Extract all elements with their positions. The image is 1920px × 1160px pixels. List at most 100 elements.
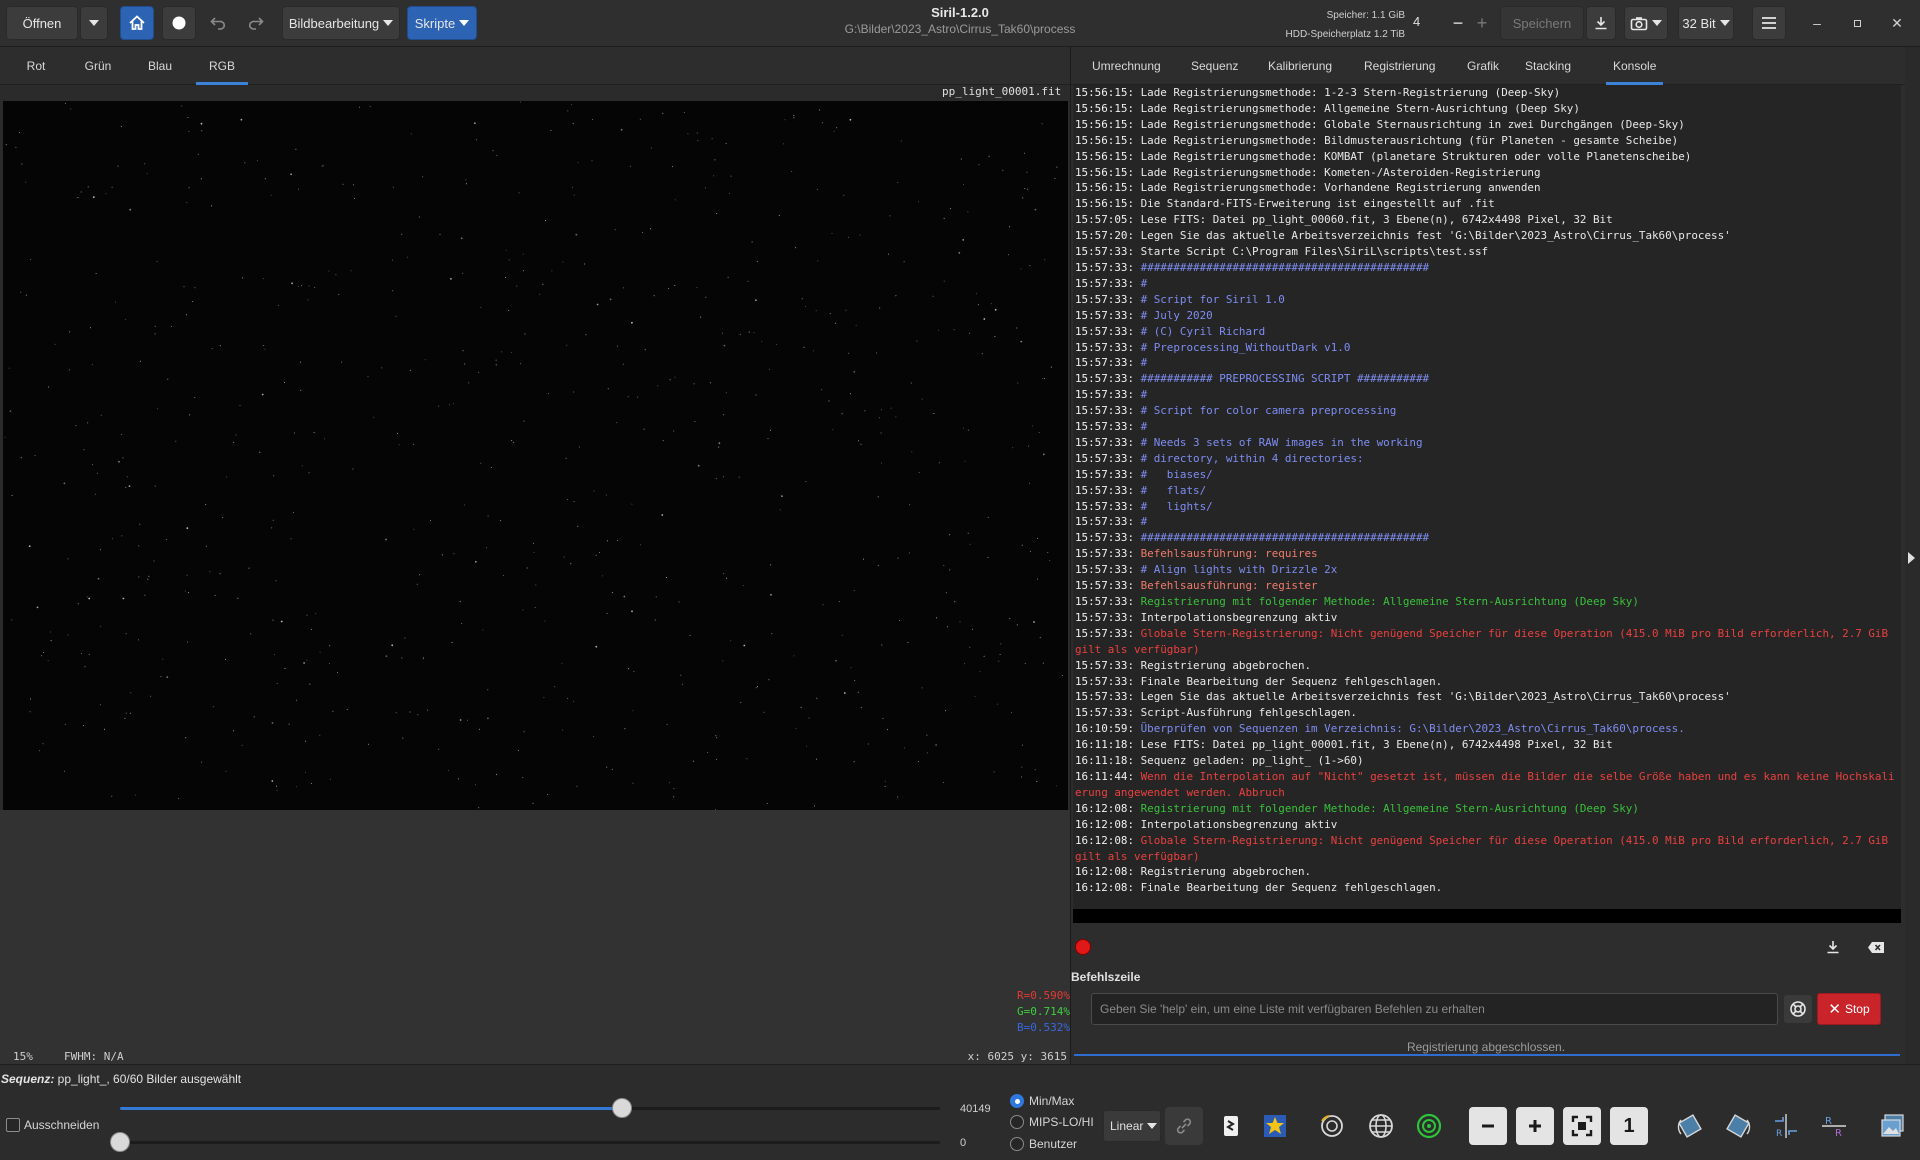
star <box>1023 152 1025 154</box>
star <box>144 594 146 596</box>
expand-panel-icon[interactable] <box>1908 552 1915 564</box>
console-timestamp: 15:56:15: <box>1075 101 1135 115</box>
high-slider-fill <box>120 1107 622 1110</box>
star <box>125 486 127 488</box>
record-icon[interactable] <box>1075 939 1091 955</box>
low-slider-track[interactable] <box>120 1141 940 1144</box>
console-message: Starte Script C:\Program Files\SiriL\scr… <box>1140 245 1489 259</box>
zoom-out-button[interactable] <box>1469 1107 1507 1145</box>
star <box>307 299 309 301</box>
link-channels-button[interactable] <box>1165 1107 1203 1145</box>
zoom-one-button[interactable]: 1 <box>1610 1107 1648 1145</box>
save-button[interactable]: Speichern <box>1500 6 1584 40</box>
negative-view-button[interactable] <box>1212 1107 1250 1145</box>
star <box>579 446 580 448</box>
tab-rgb[interactable]: RGB <box>196 47 248 85</box>
radio-user[interactable] <box>1010 1137 1024 1151</box>
star <box>342 183 344 185</box>
tab-plot[interactable]: Grafik <box>1467 47 1499 85</box>
star <box>338 294 340 295</box>
star <box>623 595 626 598</box>
console-line: 15:57:33: ##############################… <box>1075 530 1899 546</box>
star <box>64 723 66 725</box>
star <box>987 516 989 518</box>
radio-minmax[interactable] <box>1010 1094 1024 1108</box>
photometry-button[interactable] <box>1313 1107 1351 1145</box>
console-line: 15:57:33: # Align lights with Drizzle 2x <box>1075 562 1899 578</box>
star <box>9 410 12 412</box>
star <box>585 334 587 336</box>
mirror-x-button[interactable]: R <box>1767 1107 1805 1145</box>
tab-registration[interactable]: Registrierung <box>1364 47 1435 85</box>
save-as-button[interactable] <box>1586 6 1616 40</box>
threads-decrease-button[interactable]: − <box>1446 6 1470 40</box>
scripts-menu[interactable]: Skripte <box>407 6 477 40</box>
astrometry-button[interactable] <box>1362 1107 1400 1145</box>
recent-files-dropdown[interactable] <box>80 6 108 40</box>
star <box>259 451 261 453</box>
star <box>793 655 795 657</box>
tab-console[interactable]: Konsole <box>1606 47 1664 85</box>
tab-sequence[interactable]: Sequenz <box>1191 47 1238 85</box>
redo-button[interactable] <box>240 6 270 40</box>
clear-log-button[interactable] <box>1864 936 1888 958</box>
star <box>77 197 79 199</box>
console-timestamp: 15:57:33: <box>1075 658 1135 672</box>
open-button[interactable]: Öffnen <box>6 6 78 40</box>
rotate-left-button[interactable] <box>1671 1107 1709 1145</box>
image-canvas[interactable] <box>3 101 1068 810</box>
image-info-button[interactable] <box>1874 1107 1912 1145</box>
tab-conversion[interactable]: Umrechnung <box>1092 47 1161 85</box>
mirror-y-button[interactable]: RR <box>1815 1107 1853 1145</box>
target-icon <box>1416 1113 1442 1139</box>
zoom-fit-button[interactable] <box>1563 1107 1601 1145</box>
star <box>662 440 664 442</box>
threads-increase-button[interactable]: + <box>1470 6 1494 40</box>
console-message: # <box>1140 388 1148 402</box>
star <box>211 205 213 207</box>
close-button[interactable]: ✕ <box>1883 10 1911 36</box>
undo-button[interactable] <box>204 6 234 40</box>
console-line: 15:57:33: # <box>1075 419 1899 435</box>
save-log-button[interactable] <box>1822 936 1844 958</box>
star <box>938 462 940 464</box>
low-slider-knob[interactable] <box>110 1132 130 1152</box>
console-log[interactable]: 15:56:15: Lade Registrierungsmethode: 1-… <box>1073 85 1901 909</box>
star <box>69 369 70 371</box>
low-value[interactable]: 0 <box>960 1137 966 1149</box>
tab-blue[interactable]: Blau <box>138 47 182 85</box>
snapshot-button[interactable] <box>1624 6 1668 40</box>
star <box>921 687 923 689</box>
star <box>156 408 158 410</box>
image-processing-menu[interactable]: Bildbearbeitung <box>282 6 400 40</box>
maximize-button[interactable] <box>1843 10 1871 36</box>
star <box>184 590 186 592</box>
target-button[interactable] <box>1410 1107 1448 1145</box>
star <box>584 263 585 265</box>
color-map-button[interactable] <box>1256 1107 1294 1145</box>
star <box>94 493 96 495</box>
command-help-button[interactable] <box>1784 995 1812 1023</box>
crop-checkbox[interactable] <box>6 1118 20 1132</box>
star <box>183 286 185 288</box>
home-button[interactable] <box>120 6 154 40</box>
rotate-right-button[interactable] <box>1719 1107 1757 1145</box>
star <box>697 464 700 467</box>
zoom-in-button[interactable] <box>1516 1107 1554 1145</box>
stretch-mode-select[interactable]: Linear <box>1103 1110 1161 1142</box>
main-menu-button[interactable] <box>1752 6 1786 40</box>
minimize-button[interactable]: – <box>1803 10 1831 36</box>
stop-button[interactable]: ✕ Stop <box>1817 993 1881 1025</box>
tab-red[interactable]: Rot <box>16 47 56 85</box>
tab-green[interactable]: Grün <box>76 47 120 85</box>
high-slider-knob[interactable] <box>611 1098 632 1118</box>
radio-mips[interactable] <box>1010 1115 1024 1129</box>
tab-stacking[interactable]: Stacking <box>1525 47 1571 85</box>
high-value[interactable]: 40149 <box>960 1103 991 1115</box>
tab-calibration[interactable]: Kalibrierung <box>1268 47 1332 85</box>
star <box>713 175 714 177</box>
livestack-button[interactable] <box>162 6 196 40</box>
bitdepth-menu[interactable]: 32 Bit <box>1678 6 1734 40</box>
star <box>576 785 578 787</box>
command-input[interactable] <box>1091 993 1778 1025</box>
